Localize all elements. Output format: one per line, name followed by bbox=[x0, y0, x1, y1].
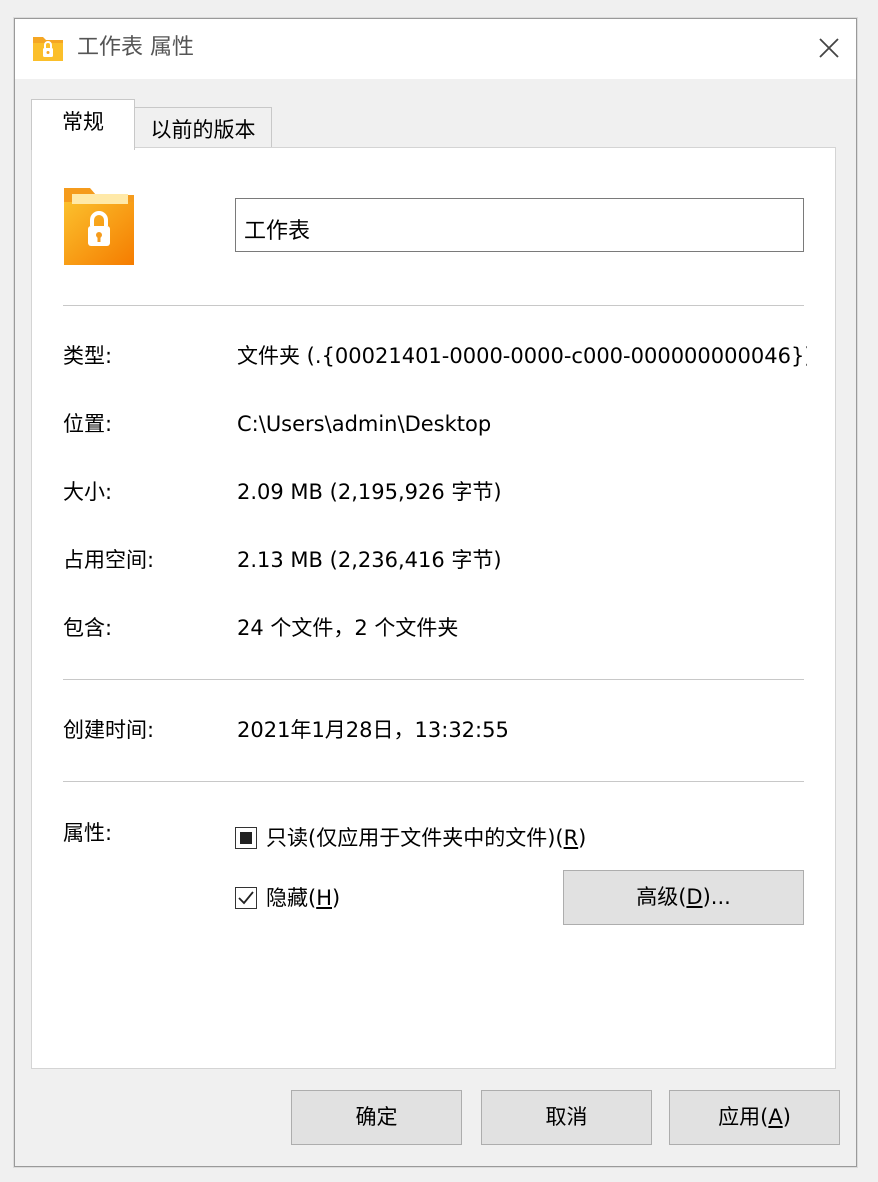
attributes-label: 属性: bbox=[63, 821, 113, 845]
folder-name-input[interactable] bbox=[235, 198, 804, 252]
separator bbox=[63, 305, 804, 306]
title-bar[interactable]: 工作表 属性 bbox=[15, 19, 856, 79]
locked-folder-icon bbox=[64, 188, 134, 265]
location-value: C:\Users\admin\Desktop bbox=[237, 412, 492, 436]
hidden-checkbox[interactable] bbox=[235, 887, 257, 909]
readonly-checkbox-label: 只读(仅应用于文件夹中的文件)(R) bbox=[266, 826, 587, 850]
size-on-disk-value: 2.13 MB (2,236,416 字节) bbox=[237, 548, 502, 572]
contains-label: 包含: bbox=[63, 616, 113, 640]
tab-general[interactable]: 常规 bbox=[31, 99, 135, 150]
readonly-checkbox[interactable] bbox=[235, 827, 257, 849]
separator bbox=[63, 679, 804, 680]
hidden-checkbox-row[interactable]: 隐藏(H) bbox=[235, 883, 385, 913]
ok-button[interactable]: 确定 bbox=[291, 1090, 462, 1145]
properties-dialog: 工作表 属性 常规 以前的版本 类型: 文件夹 (.{0 bbox=[14, 18, 857, 1167]
size-on-disk-label: 占用空间: bbox=[63, 548, 155, 572]
window-title: 工作表 属性 bbox=[77, 35, 194, 60]
tab-previous-versions[interactable]: 以前的版本 bbox=[134, 107, 272, 152]
locked-folder-icon bbox=[33, 37, 63, 61]
indeterminate-mark-icon bbox=[240, 832, 252, 844]
checkmark-icon bbox=[238, 891, 254, 905]
location-label: 位置: bbox=[63, 412, 113, 436]
readonly-checkbox-row[interactable]: 只读(仅应用于文件夹中的文件)(R) bbox=[235, 823, 655, 853]
general-tab-panel: 类型: 文件夹 (.{00021401-0000-0000-c000-00000… bbox=[31, 147, 836, 1069]
size-label: 大小: bbox=[63, 480, 113, 504]
type-value: 文件夹 (.{00021401-0000-0000-c000-000000000… bbox=[237, 344, 807, 368]
type-label: 类型: bbox=[63, 344, 113, 368]
hidden-checkbox-label: 隐藏(H) bbox=[266, 886, 341, 910]
cancel-button[interactable]: 取消 bbox=[481, 1090, 652, 1145]
contains-value: 24 个文件，2 个文件夹 bbox=[237, 616, 459, 640]
created-value: 2021年1月28日，13:32:55 bbox=[237, 718, 509, 742]
advanced-button[interactable]: 高级(D)... bbox=[563, 870, 804, 925]
apply-button[interactable]: 应用(A) bbox=[669, 1090, 840, 1145]
size-value: 2.09 MB (2,195,926 字节) bbox=[237, 480, 502, 504]
close-icon[interactable] bbox=[814, 33, 844, 63]
separator bbox=[63, 781, 804, 782]
created-label: 创建时间: bbox=[63, 718, 155, 742]
